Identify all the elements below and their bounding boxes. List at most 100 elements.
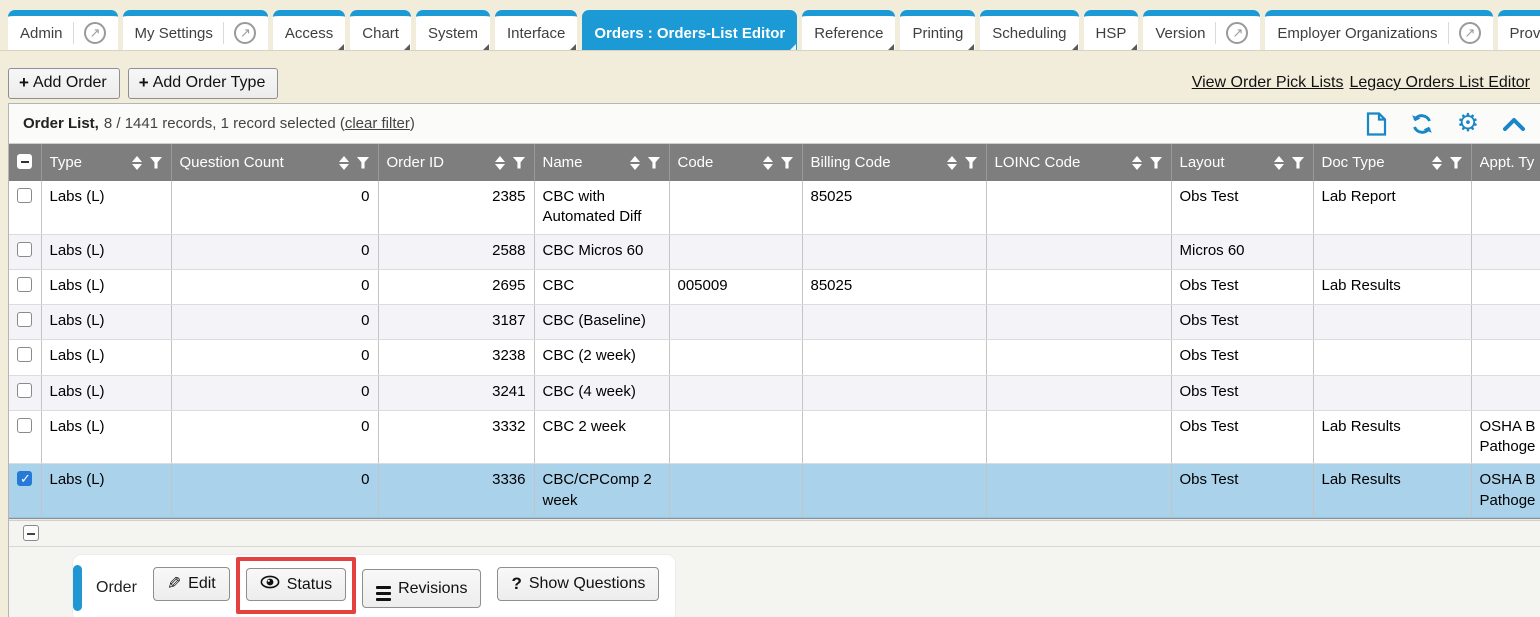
add-order-button[interactable]: + Add Order	[8, 68, 120, 99]
tab-employer-organizations[interactable]: Employer Organizations	[1265, 10, 1492, 50]
tab-system[interactable]: System	[416, 10, 490, 50]
row-checkbox[interactable]	[17, 347, 32, 362]
tab-scheduling[interactable]: Scheduling	[980, 10, 1078, 50]
cell-doc-type: Lab Results	[1313, 269, 1471, 304]
table-row[interactable]: Labs (L)03332CBC 2 weekObs TestLab Resul…	[9, 410, 1540, 464]
filter-icon[interactable]	[1150, 157, 1163, 169]
column-header-layout[interactable]: Layout	[1171, 144, 1313, 181]
filter-icon[interactable]	[150, 157, 163, 169]
row-checkbox[interactable]	[17, 418, 32, 433]
column-header-type[interactable]: Type	[41, 144, 171, 181]
column-header-question-count[interactable]: Question Count	[171, 144, 378, 181]
cell-layout: Obs Test	[1171, 181, 1313, 234]
tab-access[interactable]: Access	[273, 10, 345, 50]
cell-question-count: 0	[171, 375, 378, 410]
column-header-name[interactable]: Name	[534, 144, 669, 181]
external-link-icon[interactable]	[1459, 22, 1481, 44]
filter-icon[interactable]	[965, 157, 978, 169]
tab-admin[interactable]: Admin	[8, 10, 118, 50]
external-link-icon[interactable]	[1226, 22, 1248, 44]
row-checkbox[interactable]	[17, 383, 32, 398]
add-order-type-button[interactable]: + Add Order Type	[128, 68, 279, 99]
tab-orders-orders-list-editor[interactable]: Orders : Orders-List Editor	[582, 10, 797, 50]
cell-type: Labs (L)	[41, 340, 171, 375]
legacy-orders-list-editor-link[interactable]: Legacy Orders List Editor	[1349, 74, 1530, 92]
status-button[interactable]: Status	[246, 568, 346, 601]
revisions-button[interactable]: Revisions	[362, 569, 481, 608]
cell-appt-type	[1471, 269, 1540, 304]
external-link-icon[interactable]	[234, 22, 256, 44]
cell-loinc-code	[986, 410, 1171, 464]
row-checkbox[interactable]	[17, 277, 32, 292]
filter-icon[interactable]	[513, 157, 526, 169]
tab-my-settings[interactable]: My Settings	[123, 10, 268, 50]
row-checkbox[interactable]	[17, 471, 32, 486]
column-header-order-id[interactable]: Order ID	[378, 144, 534, 181]
cell-type: Labs (L)	[41, 410, 171, 464]
edit-button[interactable]: Edit	[153, 567, 230, 601]
column-header-loinc-code[interactable]: LOINC Code	[986, 144, 1171, 181]
column-header-code[interactable]: Code	[669, 144, 802, 181]
column-header-billing-code[interactable]: Billing Code	[802, 144, 986, 181]
filter-icon[interactable]	[781, 157, 794, 169]
column-header-appt-ty[interactable]: Appt. Ty	[1471, 144, 1540, 181]
filter-icon[interactable]	[648, 157, 661, 169]
cell-billing-code	[802, 305, 986, 340]
new-document-icon[interactable]	[1364, 112, 1388, 136]
order-grid-viewport: Type Question CountOrder IDNameCodeBillin…	[9, 144, 1540, 518]
tab-printing[interactable]: Printing	[900, 10, 975, 50]
tab-label: System	[428, 25, 478, 42]
table-row[interactable]: Labs (L)02588CBC Micros 60Micros 60	[9, 234, 1540, 269]
gear-icon[interactable]: ⚙	[1456, 112, 1480, 136]
filter-icon[interactable]	[1292, 157, 1305, 169]
external-link-icon[interactable]	[84, 22, 106, 44]
dropdown-corner-icon	[483, 44, 489, 50]
table-row[interactable]: Labs (L)03241CBC (4 week)Obs Test	[9, 375, 1540, 410]
table-row[interactable]: Labs (L)03336CBC/CPComp 2 weekObs TestLa…	[9, 464, 1540, 518]
sort-icon[interactable]	[947, 156, 957, 170]
collapse-minus-icon[interactable]	[23, 525, 39, 541]
sort-icon[interactable]	[495, 156, 505, 170]
row-checkbox[interactable]	[17, 188, 32, 203]
column-label: Type	[50, 154, 124, 171]
collapse-up-icon[interactable]	[1502, 112, 1526, 136]
cell-code	[669, 305, 802, 340]
table-header-row: Type Question CountOrder IDNameCodeBillin…	[9, 144, 1540, 181]
cell-doc-type: Lab Report	[1313, 181, 1471, 234]
filter-icon[interactable]	[1450, 157, 1463, 169]
clear-filter-link[interactable]: clear filter	[345, 115, 410, 132]
sort-icon[interactable]	[630, 156, 640, 170]
dropdown-corner-icon	[790, 44, 796, 50]
tab-provider-management[interactable]: Provider Management	[1498, 10, 1540, 50]
tab-label: Printing	[912, 25, 963, 42]
cell-appt-type: OSHA B Pathoge	[1471, 410, 1540, 464]
select-all-checkbox[interactable]	[17, 154, 32, 169]
view-order-pick-lists-link[interactable]: View Order Pick Lists	[1192, 74, 1344, 92]
sort-icon[interactable]	[132, 156, 142, 170]
cell-name: CBC Micros 60	[534, 234, 669, 269]
sort-icon[interactable]	[763, 156, 773, 170]
filter-icon[interactable]	[357, 157, 370, 169]
cell-type: Labs (L)	[41, 464, 171, 518]
table-row[interactable]: Labs (L)03187CBC (Baseline)Obs Test	[9, 305, 1540, 340]
cell-code	[669, 464, 802, 518]
column-header-doc-type[interactable]: Doc Type	[1313, 144, 1471, 181]
cell-appt-type	[1471, 340, 1540, 375]
table-row[interactable]: Labs (L)03238CBC (2 week)Obs Test	[9, 340, 1540, 375]
sort-icon[interactable]	[339, 156, 349, 170]
show-questions-button[interactable]: ?Show Questions	[497, 567, 659, 601]
tab-version[interactable]: Version	[1143, 10, 1260, 50]
table-row[interactable]: Labs (L)02385CBC with Automated Diff8502…	[9, 181, 1540, 234]
row-checkbox[interactable]	[17, 242, 32, 257]
cell-loinc-code	[986, 181, 1171, 234]
row-checkbox[interactable]	[17, 312, 32, 327]
tab-interface[interactable]: Interface	[495, 10, 577, 50]
refresh-icon[interactable]	[1410, 112, 1434, 136]
tab-hsp[interactable]: HSP	[1084, 10, 1139, 50]
tab-reference[interactable]: Reference	[802, 10, 895, 50]
sort-icon[interactable]	[1274, 156, 1284, 170]
sort-icon[interactable]	[1132, 156, 1142, 170]
sort-icon[interactable]	[1432, 156, 1442, 170]
tab-chart[interactable]: Chart	[350, 10, 411, 50]
table-row[interactable]: Labs (L)02695CBC00500985025Obs TestLab R…	[9, 269, 1540, 304]
